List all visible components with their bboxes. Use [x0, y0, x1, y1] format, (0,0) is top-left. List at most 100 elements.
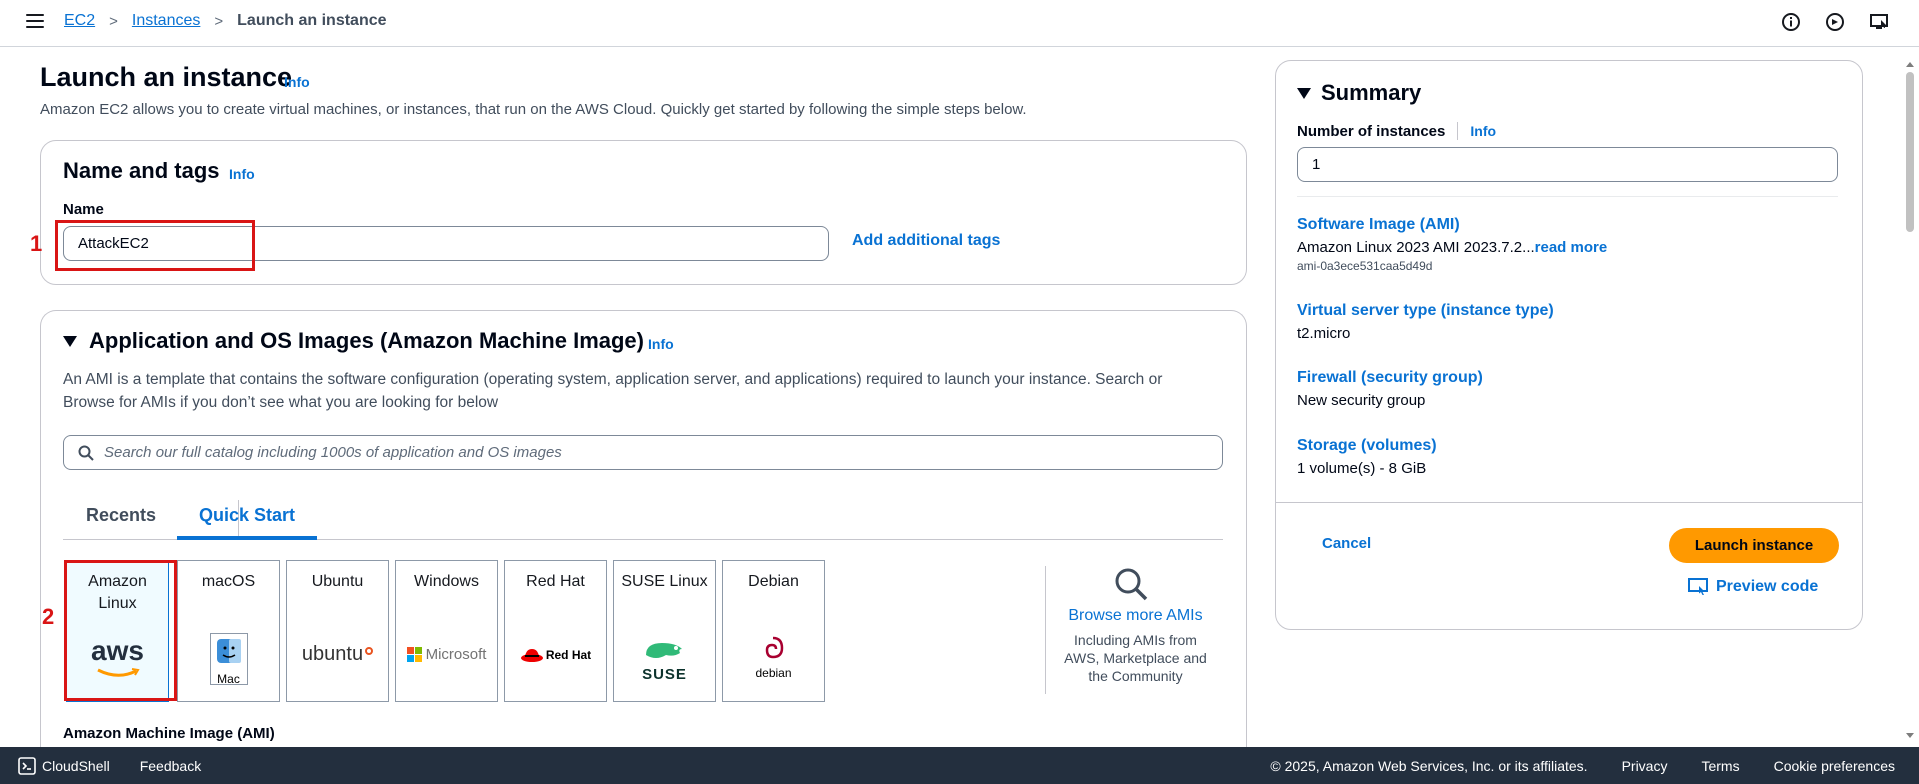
launch-instance-button[interactable]: Launch instance	[1669, 528, 1839, 563]
cancel-button[interactable]: Cancel	[1322, 535, 1371, 552]
browse-more-amis[interactable]: Browse more AMIs Including AMIs from AWS…	[1045, 566, 1225, 694]
breadcrumb-ec2[interactable]: EC2	[64, 12, 95, 30]
microsoft-logo-icon: Microsoft	[396, 646, 497, 663]
summary-firewall: Firewall (security group) New security g…	[1297, 369, 1483, 409]
ubuntu-logo-icon: ubuntu	[287, 643, 388, 666]
menu-icon[interactable]	[26, 14, 44, 28]
name-tags-info-link[interactable]: Info	[229, 166, 255, 182]
ami-card-name: Red Hat	[526, 573, 585, 590]
ami-heading: Application and OS Images (Amazon Machin…	[89, 328, 644, 353]
software-image-link[interactable]: Software Image (AMI)	[1297, 216, 1607, 234]
scroll-up-icon[interactable]	[1904, 60, 1916, 68]
storage-value: 1 volume(s) - 8 GiB	[1297, 460, 1427, 477]
top-navigation: EC2 > Instances > Launch an instance	[0, 0, 1919, 47]
ami-search-placeholder: Search our full catalog including 1000s …	[104, 444, 562, 461]
instance-type-value: t2.micro	[1297, 325, 1351, 342]
mac-logo-icon: Mac	[178, 633, 279, 686]
breadcrumb-instances[interactable]: Instances	[132, 12, 200, 30]
display-settings-icon[interactable]	[1869, 12, 1889, 32]
copyright-text: © 2025, Amazon Web Services, Inc. or its…	[1270, 757, 1588, 774]
browse-more-amis-link[interactable]: Browse more AMIs	[1046, 607, 1225, 625]
ami-info-link[interactable]: Info	[648, 336, 674, 352]
summary-instance-type: Virtual server type (instance type) t2.m…	[1297, 302, 1554, 342]
ami-card-red-hat[interactable]: Red Hat Red Hat	[504, 560, 607, 702]
page-description: Amazon EC2 allows you to create virtual …	[40, 101, 1027, 118]
divider	[1276, 502, 1862, 503]
instances-label: Number of instances	[1297, 122, 1446, 140]
ami-search-input[interactable]: Search our full catalog including 1000s …	[63, 435, 1223, 470]
privacy-link[interactable]: Privacy	[1622, 758, 1668, 774]
browse-more-description: Including AMIs from AWS, Marketplace and…	[1064, 632, 1207, 684]
instances-info-link[interactable]: Info	[1470, 123, 1496, 139]
search-icon	[78, 445, 94, 461]
summary-software-image: Software Image (AMI) Amazon Linux 2023 A…	[1297, 216, 1607, 273]
feedback-link[interactable]: Feedback	[140, 758, 201, 774]
ami-card-debian[interactable]: Debian debian	[722, 560, 825, 702]
number-of-instances-input[interactable]: 1	[1297, 147, 1838, 182]
footer-left: CloudShell Feedback	[18, 756, 201, 775]
divider	[1297, 196, 1838, 197]
breadcrumb: EC2 > Instances > Launch an instance	[64, 12, 387, 30]
ami-description-line2: Browse for AMIs if you don’t see what yo…	[63, 394, 499, 411]
summary-title: Summary	[1321, 80, 1422, 105]
cloudshell-button[interactable]: CloudShell	[18, 756, 110, 775]
scrollbar-thumb[interactable]	[1906, 72, 1914, 232]
page-info-link[interactable]: Info	[284, 74, 310, 90]
preview-code-button[interactable]: Preview code	[1688, 578, 1818, 596]
software-image-value: Amazon Linux 2023 AMI 2023.7.2...	[1297, 239, 1535, 256]
instance-type-link[interactable]: Virtual server type (instance type)	[1297, 302, 1554, 320]
info-icon[interactable]	[1781, 12, 1801, 32]
top-icons	[1781, 12, 1889, 32]
chevron-right-icon: >	[109, 12, 118, 30]
annotation-box-2	[64, 560, 177, 701]
notifications-icon[interactable]	[1825, 12, 1845, 32]
ami-description: An AMI is a template that contains the s…	[63, 368, 1233, 414]
firewall-value: New security group	[1297, 392, 1426, 409]
name-and-tags-heading: Name and tags	[63, 158, 220, 183]
add-additional-tags-link[interactable]: Add additional tags	[852, 232, 1000, 250]
summary-storage: Storage (volumes) 1 volume(s) - 8 GiB	[1297, 437, 1437, 477]
ami-card-ubuntu[interactable]: Ubuntu ubuntu	[286, 560, 389, 702]
read-more-link[interactable]: read more	[1535, 239, 1608, 256]
firewall-link[interactable]: Firewall (security group)	[1297, 369, 1483, 387]
debian-logo-icon: debian	[723, 635, 824, 680]
storage-link[interactable]: Storage (volumes)	[1297, 437, 1437, 455]
preview-code-label: Preview code	[1716, 578, 1819, 595]
annotation-number-2: 2	[42, 604, 55, 629]
ami-description-line1: An AMI is a template that contains the s…	[63, 371, 1163, 388]
instances-label-row: Number of instances Info	[1297, 122, 1496, 140]
terms-link[interactable]: Terms	[1701, 758, 1739, 774]
ami-tabs: Recents Quick Start	[63, 498, 1223, 540]
ami-card-windows[interactable]: Windows Microsoft	[395, 560, 498, 702]
chevron-right-icon: >	[214, 12, 224, 30]
ami-card-macos[interactable]: macOS Mac	[177, 560, 280, 702]
cloudshell-label: CloudShell	[42, 757, 110, 774]
search-icon	[1115, 568, 1148, 601]
annotation-number-1: 1	[30, 231, 43, 256]
ami-heading-row: Application and OS Images (Amazon Machin…	[63, 328, 644, 354]
scroll-down-icon[interactable]	[1904, 732, 1916, 740]
cloudshell-icon	[18, 756, 36, 775]
ami-card-name: macOS	[201, 573, 256, 590]
ami-card-name: Ubuntu	[311, 573, 364, 590]
page-scrollbar[interactable]	[1904, 60, 1916, 740]
summary-heading: Summary	[1297, 80, 1421, 106]
page-title: Launch an instance	[40, 62, 293, 92]
cookie-preferences-link[interactable]: Cookie preferences	[1774, 758, 1895, 774]
ami-card-name: Debian	[748, 573, 799, 590]
ami-card-name: SUSE Linux	[621, 573, 708, 590]
footer-right: © 2025, Amazon Web Services, Inc. or its…	[1270, 758, 1895, 774]
redhat-logo-icon: Red Hat	[505, 647, 606, 663]
caret-down-icon[interactable]	[63, 335, 77, 347]
tab-quick-start[interactable]: Quick Start	[177, 498, 318, 540]
instances-value: 1	[1312, 156, 1321, 173]
name-label: Name	[63, 201, 104, 218]
ami-id: ami-0a3ece531caa5d49d	[1297, 259, 1433, 273]
annotation-box-1	[55, 220, 255, 271]
footer-bar: CloudShell Feedback © 2025, Amazon Web S…	[0, 747, 1919, 784]
tab-recents[interactable]: Recents	[86, 498, 156, 540]
preview-code-icon	[1688, 578, 1708, 595]
ami-card-suse-linux[interactable]: SUSE Linux SUSE	[613, 560, 716, 702]
caret-down-icon[interactable]	[1297, 87, 1311, 99]
ami-section-label: Amazon Machine Image (AMI)	[63, 725, 275, 742]
